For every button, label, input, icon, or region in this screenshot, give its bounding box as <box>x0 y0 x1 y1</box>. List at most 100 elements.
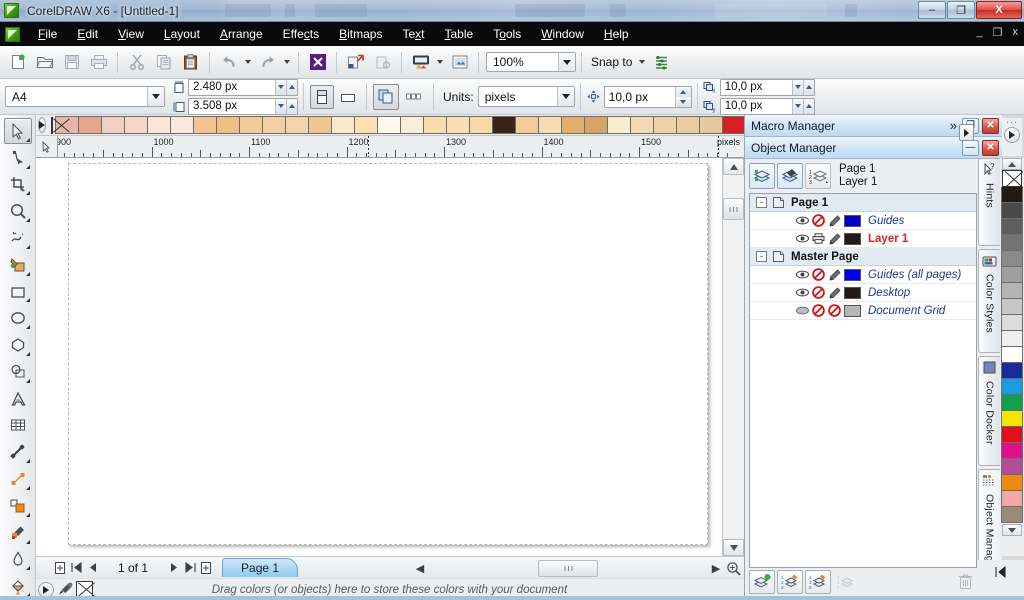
palette-swatch[interactable] <box>193 116 216 134</box>
corel-connect-icon[interactable] <box>305 50 330 75</box>
color-eyedropper-tool[interactable] <box>4 520 32 546</box>
flyout-arrow-icon[interactable] <box>22 271 30 276</box>
add-page-after-icon[interactable] <box>198 559 214 577</box>
palette-swatch[interactable] <box>630 116 653 134</box>
not-editable-icon[interactable] <box>828 304 841 317</box>
palette-swatch[interactable] <box>124 116 147 134</box>
docker-tab-hints[interactable]: ? Hints <box>978 158 1000 246</box>
editable-pencil-icon[interactable] <box>828 232 841 245</box>
flyout-arrow-icon[interactable] <box>22 244 30 249</box>
units-dropdown-icon[interactable] <box>556 87 574 106</box>
text-tool[interactable] <box>4 386 32 412</box>
first-page-icon[interactable] <box>68 559 84 577</box>
add-page-before-icon[interactable] <box>52 559 68 577</box>
maximize-button[interactable]: ❐ <box>947 1 975 19</box>
object-manager-group-row[interactable]: - Master Page <box>750 248 976 266</box>
flyout-arrow-icon[interactable] <box>22 164 30 169</box>
palette-swatch[interactable] <box>1001 331 1023 347</box>
horizontal-scroll-thumb[interactable] <box>538 559 598 577</box>
horizontal-scrollbar[interactable]: ◀ ▶ <box>414 557 744 579</box>
scroll-down-button[interactable] <box>723 539 744 556</box>
layer-color-chip[interactable] <box>844 304 861 317</box>
outline-pen-tool[interactable] <box>4 547 32 573</box>
palette-swatch[interactable] <box>400 116 423 134</box>
palette-swatch[interactable] <box>308 116 331 134</box>
layer-color-chip[interactable] <box>844 214 861 227</box>
object-manager-options-flyout-button[interactable] <box>959 124 974 141</box>
palette-swatch[interactable] <box>170 116 193 134</box>
previous-page-icon[interactable] <box>84 559 100 577</box>
palette-swatch[interactable] <box>262 116 285 134</box>
palette-swatch[interactable] <box>1001 411 1023 427</box>
visible-eye-icon[interactable] <box>796 269 809 280</box>
table-tool[interactable] <box>4 413 32 439</box>
scroll-up-button[interactable] <box>723 158 744 175</box>
snap-to-label[interactable]: Snap to <box>591 55 632 69</box>
publish-dropdown-arrow[interactable] <box>434 50 446 75</box>
macro-manager-close-button[interactable]: ✕ <box>982 117 999 134</box>
portrait-orientation-button[interactable] <box>310 84 334 109</box>
editable-pencil-icon[interactable] <box>828 286 841 299</box>
close-button[interactable]: X <box>976 1 1022 19</box>
shape-tool[interactable] <box>4 145 32 171</box>
palette-swatch[interactable] <box>1001 251 1023 267</box>
page-tab-page-1[interactable]: Page 1 <box>222 558 299 577</box>
menu-item-effects[interactable]: Effects <box>273 24 329 44</box>
next-page-icon[interactable] <box>166 559 182 577</box>
palette-swatch[interactable] <box>1001 315 1023 331</box>
vertical-scrollbar[interactable] <box>722 158 744 556</box>
parallel-dimension-tool[interactable] <box>4 439 32 465</box>
page-width-up-icon[interactable] <box>286 79 297 95</box>
copy-icon[interactable] <box>151 50 176 75</box>
new-master-layer-even-button[interactable]: 1 3 5 <box>805 570 831 594</box>
docker-tab-color-docker[interactable]: Color Docker <box>978 356 1000 466</box>
nudge-offset-spinner[interactable]: 10,0 px <box>603 85 692 108</box>
drag-handle-dots[interactable]: ··· <box>1006 118 1018 127</box>
palette-swatch[interactable] <box>1001 363 1023 379</box>
menu-item-table[interactable]: Table <box>435 24 484 44</box>
object-manager-layer-row[interactable]: Guides (all pages) <box>750 266 976 284</box>
palette-swatch[interactable] <box>1001 235 1023 251</box>
smart-fill-tool[interactable] <box>4 252 32 278</box>
flyout-arrow-icon[interactable] <box>22 325 30 330</box>
ruler-origin-icon[interactable] <box>36 136 58 158</box>
palette-swatch[interactable] <box>147 116 170 134</box>
page-height-up-icon[interactable] <box>286 98 297 114</box>
palette-swatch[interactable] <box>1001 507 1023 523</box>
palette-swatch[interactable] <box>469 116 492 134</box>
palette-swatch[interactable] <box>101 116 124 134</box>
palette-swatch[interactable] <box>1001 203 1023 219</box>
visible-eye-icon[interactable] <box>796 287 809 298</box>
no-color-swatch[interactable] <box>51 116 53 134</box>
palette-swatch[interactable] <box>1001 379 1023 395</box>
hidden-eye-icon[interactable] <box>796 305 809 316</box>
palette-swatch[interactable] <box>1001 443 1023 459</box>
flyout-arrow-icon[interactable] <box>22 539 30 544</box>
palette-swatch[interactable] <box>1001 187 1023 203</box>
palette-swatch[interactable] <box>331 116 354 134</box>
expander-icon[interactable]: - <box>756 197 767 208</box>
layer-state-icons[interactable] <box>796 286 841 299</box>
editable-pencil-icon[interactable] <box>828 214 841 227</box>
menu-item-tools[interactable]: Tools <box>483 24 531 44</box>
snap-to-dropdown-arrow[interactable] <box>636 50 648 75</box>
print-icon[interactable] <box>86 50 111 75</box>
undo-icon[interactable] <box>216 50 241 75</box>
hscroll-left-button[interactable]: ◀ <box>414 562 426 575</box>
page-width-spinner[interactable]: 2.480 px <box>188 78 298 96</box>
rectangle-tool[interactable] <box>4 279 32 305</box>
duplicate-x-spinner[interactable]: 10,0 px <box>719 78 815 96</box>
nudge-down-icon[interactable] <box>674 96 691 107</box>
palette-swatch[interactable] <box>1001 219 1023 235</box>
menu-item-window[interactable]: Window <box>531 24 594 44</box>
menu-item-layout[interactable]: Layout <box>154 24 210 44</box>
object-manager-layer-row[interactable]: Document Grid <box>750 302 976 320</box>
layer-state-icons[interactable] <box>796 214 841 227</box>
visible-eye-icon[interactable] <box>796 215 809 226</box>
layer-state-icons[interactable] <box>796 232 841 245</box>
layer-state-icons[interactable] <box>796 268 841 281</box>
flyout-arrow-icon[interactable] <box>22 352 30 357</box>
edit-across-layers-button[interactable] <box>777 163 803 189</box>
expander-icon[interactable]: - <box>756 251 767 262</box>
object-manager-layer-row[interactable]: Desktop <box>750 284 976 302</box>
